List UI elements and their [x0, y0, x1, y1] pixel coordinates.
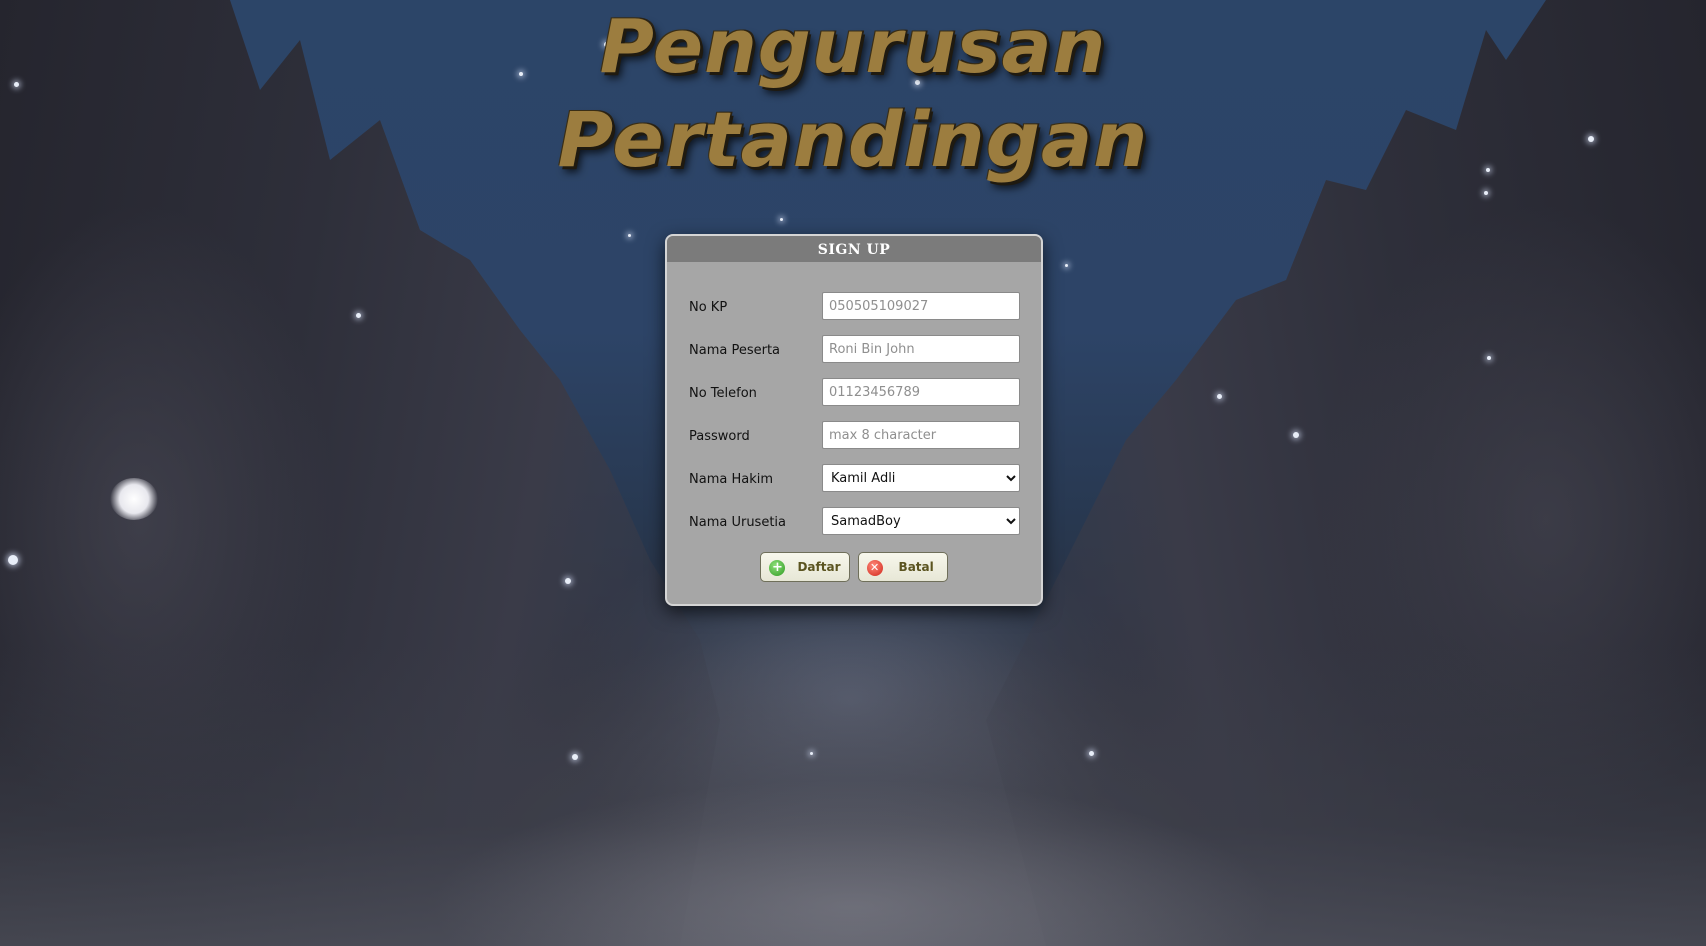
batal-button-label: Batal	[898, 560, 934, 574]
signup-panel: SIGN UP No KP Nama Peserta No Telefon Pa…	[665, 234, 1043, 606]
star	[1217, 394, 1222, 399]
plus-circle-icon: +	[769, 560, 786, 576]
glowing-orb	[110, 478, 158, 520]
page-title-line1: Pengurusan	[599, 4, 1107, 90]
form-buttons: + Daftar ✕ Batal	[667, 552, 1041, 582]
page-title: Pengurusan Pertandingan	[0, 0, 1706, 178]
close-circle-icon: ✕	[866, 560, 883, 576]
star	[628, 234, 631, 237]
no-telefon-row: No Telefon	[689, 378, 1029, 408]
star	[572, 754, 578, 760]
nama-urusetia-label: Nama Urusetia	[689, 515, 786, 530]
star	[565, 578, 571, 584]
star	[1487, 356, 1491, 360]
no-kp-row: No KP	[689, 292, 1029, 322]
no-kp-input[interactable]	[822, 292, 1020, 320]
nama-peserta-row: Nama Peserta	[689, 335, 1029, 365]
password-label: Password	[689, 429, 750, 444]
daftar-button[interactable]: + Daftar	[760, 552, 851, 582]
password-row: Password	[689, 421, 1029, 451]
nama-peserta-label: Nama Peserta	[689, 343, 781, 358]
star	[8, 555, 18, 565]
nama-urusetia-row: Nama Urusetia SamadBoy	[689, 507, 1029, 537]
star	[356, 313, 361, 318]
no-telefon-label: No Telefon	[689, 386, 757, 401]
star	[810, 752, 813, 755]
nama-urusetia-select[interactable]: SamadBoy	[822, 507, 1020, 535]
nama-hakim-label: Nama Hakim	[689, 472, 773, 487]
nama-hakim-select[interactable]: Kamil Adli	[822, 464, 1020, 492]
batal-button[interactable]: ✕ Batal	[857, 552, 948, 582]
page-title-line2: Pertandingan	[557, 95, 1149, 184]
nama-peserta-input[interactable]	[822, 335, 1020, 363]
daftar-button-label: Daftar	[797, 560, 841, 574]
nama-hakim-row: Nama Hakim Kamil Adli	[689, 464, 1029, 494]
star	[1293, 432, 1299, 438]
star	[1065, 264, 1068, 267]
background-ground	[0, 646, 1706, 946]
password-input[interactable]	[822, 421, 1020, 449]
no-kp-label: No KP	[689, 300, 728, 315]
signup-header: SIGN UP	[667, 236, 1041, 262]
star	[780, 218, 783, 221]
star	[1089, 751, 1094, 756]
star	[1484, 191, 1488, 195]
no-telefon-input[interactable]	[822, 378, 1020, 406]
